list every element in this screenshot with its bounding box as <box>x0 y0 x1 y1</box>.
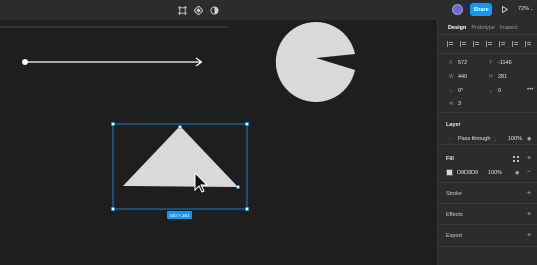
y-field[interactable]: Y -1146 <box>489 60 512 66</box>
add-fill-icon[interactable]: + <box>527 155 531 162</box>
height-field[interactable]: H 281 <box>489 74 507 80</box>
divider <box>438 112 537 113</box>
align-bottom-icon[interactable] <box>512 41 519 47</box>
distribute-icon[interactable] <box>525 41 532 47</box>
styles-grid-icon[interactable] <box>513 156 519 162</box>
rotation-icon: ∟ <box>449 88 454 94</box>
fill-opacity[interactable]: 100% <box>488 170 502 176</box>
count-field[interactable]: ✲ 3 <box>449 101 461 107</box>
divider <box>438 34 537 35</box>
divider <box>438 224 537 225</box>
stroke-section-title[interactable]: Stroke <box>446 191 462 197</box>
export-section-title[interactable]: Export <box>446 233 462 239</box>
add-export-icon[interactable]: + <box>527 232 531 239</box>
zoom-value: 72% <box>518 6 530 12</box>
add-stroke-icon[interactable]: + <box>527 190 531 197</box>
corner-radius-icon: ╭ <box>489 88 493 94</box>
fill-hex[interactable]: D9D9D9 <box>457 170 478 176</box>
tab-design[interactable]: Design <box>448 25 466 31</box>
align-left-icon[interactable] <box>447 41 454 47</box>
align-center-h-icon[interactable] <box>460 41 467 47</box>
align-middle-icon[interactable] <box>499 41 506 47</box>
arrow-shape <box>22 57 203 67</box>
fill-section-title: Fill <box>446 156 454 162</box>
remove-fill-icon[interactable]: − <box>527 169 531 175</box>
contrast-icon[interactable] <box>208 4 220 16</box>
blend-icon: ◌ <box>449 136 452 142</box>
triangle-shape <box>123 126 238 187</box>
layer-opacity[interactable]: 100% <box>508 136 522 142</box>
share-button[interactable]: Share <box>470 3 492 16</box>
width-field[interactable]: W 440 <box>449 74 467 80</box>
fill-color-swatch[interactable] <box>446 169 453 176</box>
frame-icon[interactable] <box>176 4 188 16</box>
align-right-icon[interactable] <box>473 41 480 47</box>
more-options-icon[interactable]: ••• <box>527 87 533 93</box>
top-toolbar: Share 72%⌄ <box>0 0 537 20</box>
component-icon[interactable] <box>192 4 204 16</box>
chevron-down-icon: ⌄ <box>530 6 534 11</box>
tab-prototype[interactable]: Prototype <box>471 25 495 31</box>
align-top-icon[interactable] <box>486 41 493 47</box>
pie-shape <box>275 21 355 103</box>
dimension-badge: 440 × 281 <box>167 211 192 219</box>
effects-section-title[interactable]: Effects <box>446 212 463 218</box>
divider <box>438 53 537 54</box>
eye-icon[interactable]: ◉ <box>515 170 519 176</box>
divider <box>438 203 537 204</box>
zoom-dropdown[interactable]: 72%⌄ <box>518 6 533 12</box>
eye-icon[interactable]: ◉ <box>527 136 531 142</box>
tab-inspect[interactable]: Inspect <box>500 25 518 31</box>
divider <box>438 144 537 145</box>
x-field[interactable]: X 572 <box>449 60 467 66</box>
panel-tabs: Design Prototype Inspect <box>448 25 518 31</box>
user-avatar[interactable] <box>452 4 463 15</box>
divider <box>438 182 537 183</box>
align-toolbar <box>447 41 532 47</box>
play-icon[interactable] <box>500 4 510 15</box>
blend-mode-dropdown[interactable]: ◌ Pass through ⌄ <box>449 136 497 142</box>
rotation-field[interactable]: ∟ 0° <box>449 88 463 94</box>
properties-panel: Design Prototype Inspect <box>437 20 537 265</box>
divider <box>438 246 537 247</box>
design-canvas[interactable]: 440 × 281 <box>0 20 437 265</box>
corner-radius-field[interactable]: ╭ 0 <box>489 88 501 94</box>
chevron-down-icon: ⌄ <box>493 136 497 142</box>
layer-section-title: Layer <box>446 122 461 128</box>
count-icon: ✲ <box>449 101 454 107</box>
add-effect-icon[interactable]: + <box>527 211 531 218</box>
